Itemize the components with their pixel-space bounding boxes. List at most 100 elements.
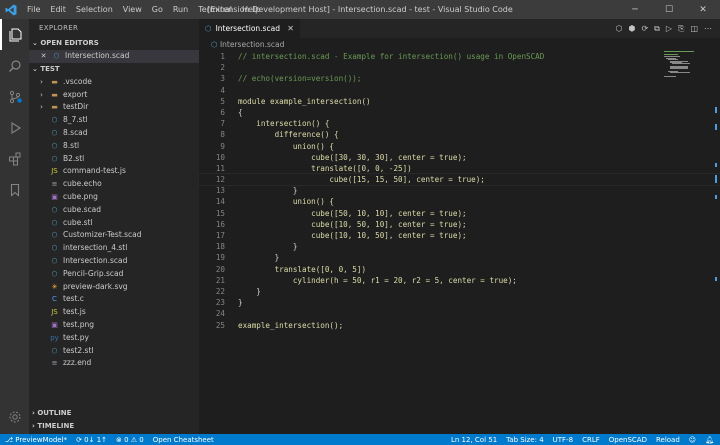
code-line[interactable]: 5 module example_intersection() <box>199 96 720 107</box>
file-item[interactable]: Ctest.c <box>29 293 199 306</box>
code-line[interactable]: 21 cylinder(h = 50, r1 = 20, r2 = 5, cen… <box>199 275 720 286</box>
explorer-icon[interactable] <box>0 19 29 50</box>
code-line[interactable]: 23} <box>199 297 720 308</box>
sync-status[interactable]: ⟳ 0↓ 1↑ <box>76 436 107 444</box>
code-line[interactable]: 8 difference() { <box>199 129 720 140</box>
menu-view[interactable]: View <box>118 5 147 14</box>
reload-button[interactable]: Reload <box>656 436 680 444</box>
outline-header[interactable]: › OUTLINE <box>29 407 199 420</box>
code-line[interactable]: 4 <box>199 85 720 96</box>
file-item[interactable]: ⬡ Intersection.scad <box>29 255 199 268</box>
code-line[interactable]: 20 translate([0, 0, 5]) <box>199 264 720 275</box>
line-number: 8 <box>220 130 225 140</box>
end-of-line[interactable]: CRLF <box>582 436 600 444</box>
code-line[interactable]: 12 cube([15, 15, 50], center = true); <box>198 173 720 187</box>
file-item[interactable]: ⬡ cube.stl <box>29 217 199 230</box>
tab-size[interactable]: Tab Size: 4 <box>506 436 543 444</box>
problems-status[interactable]: ⊗ 0 ⚠ 0 <box>116 436 144 444</box>
folder-item[interactable]: › ▬ export <box>29 89 199 102</box>
code-line[interactable]: 7 intersection() { <box>199 118 720 129</box>
menu-selection[interactable]: Selection <box>71 5 118 14</box>
workspace-header[interactable]: ⌄ TEST <box>29 63 199 76</box>
run-icon[interactable]: ▷ <box>666 24 672 33</box>
branch-status[interactable]: ⎇ PreviewModel* <box>5 436 67 444</box>
preview-icon[interactable]: ⬡ <box>615 24 622 33</box>
folder-item[interactable]: › ▬ testDir <box>29 101 199 114</box>
tab-intersection-scad[interactable]: ⬡ Intersection.scad ✕ <box>199 19 300 38</box>
code-line[interactable]: 22 } <box>199 286 720 297</box>
open-to-side-icon[interactable]: ⧉ <box>654 24 660 34</box>
close-tab-icon[interactable]: ✕ <box>287 24 294 33</box>
extensions-icon[interactable] <box>0 143 29 174</box>
file-item[interactable]: ⬡ intersection_4.stl <box>29 242 199 255</box>
menu-file[interactable]: File <box>22 5 45 14</box>
menu-terminal[interactable]: Terminal <box>193 5 237 14</box>
code-editor[interactable]: 1 // intersection.scad - Example for inte… <box>198 51 720 331</box>
code-line[interactable]: 3 // echo(version=version()); <box>199 73 720 84</box>
settings-gear-icon[interactable] <box>0 401 29 432</box>
menu-run[interactable]: Run <box>168 5 193 14</box>
menu-help[interactable]: Help <box>237 5 265 14</box>
more-actions-icon[interactable]: ⋯ <box>704 24 712 33</box>
maximize-button[interactable]: ☐ <box>652 0 686 19</box>
file-item[interactable]: ⬡ B2.stl <box>29 153 199 166</box>
open-editor-item[interactable]: ✕ ⬡ Intersection.scad <box>29 50 199 63</box>
export-icon[interactable]: ⬢ <box>628 24 635 33</box>
source-control-icon[interactable] <box>0 81 29 112</box>
split-editor-icon[interactable]: ◫ <box>690 24 698 33</box>
close-editor-icon[interactable]: ✕ <box>39 50 48 63</box>
code-line[interactable]: 10 cube([30, 30, 30], center = true); <box>199 152 720 163</box>
open-cheatsheet-button[interactable]: Open Cheatsheet <box>153 436 214 444</box>
file-item[interactable]: ⬡ test2.stl <box>29 345 199 358</box>
code-line[interactable]: 13 } <box>199 185 720 196</box>
menu-edit[interactable]: Edit <box>45 5 71 14</box>
file-item[interactable]: ⬡ Pencil-Grip.scad <box>29 268 199 281</box>
code-line[interactable]: 25 example_intersection(); <box>199 320 720 331</box>
run-debug-icon[interactable] <box>0 112 29 143</box>
file-item[interactable]: ▣ test.png <box>29 319 199 332</box>
cursor-position[interactable]: Ln 12, Col 51 <box>451 436 497 444</box>
file-item[interactable]: JS command-test.js <box>29 165 199 178</box>
vertical-scrollbar[interactable] <box>712 51 720 434</box>
code-line[interactable]: 17 cube([10, 10, 50], center = true); <box>199 230 720 241</box>
open-editors-header[interactable]: ⌄ OPEN EDITORS <box>29 37 199 50</box>
timeline-header[interactable]: › TIMELINE <box>29 420 199 433</box>
minimap[interactable] <box>664 51 712 81</box>
code-line[interactable]: 6{ <box>199 107 720 118</box>
file-item[interactable]: ▣ cube.png <box>29 191 199 204</box>
search-icon[interactable] <box>0 50 29 81</box>
close-window-button[interactable]: ✕ <box>686 0 720 19</box>
file-item[interactable]: ⬡ Customizer-Test.scad <box>29 229 199 242</box>
encoding[interactable]: UTF-8 <box>553 436 573 444</box>
code-line[interactable]: 15 cube([50, 10, 10], center = true); <box>199 208 720 219</box>
file-item[interactable]: ⬡ cube.scad <box>29 204 199 217</box>
file-item[interactable]: ⬡ 8.scad <box>29 127 199 140</box>
refresh-icon[interactable]: ⟳ <box>641 24 648 33</box>
file-item[interactable]: JS test.js <box>29 306 199 319</box>
minimize-button[interactable]: ─ <box>618 0 652 19</box>
folder-item[interactable]: › ▬ .vscode <box>29 76 199 89</box>
code-line[interactable]: 14 union() { <box>199 196 720 207</box>
code-line[interactable]: 1 // intersection.scad - Example for inte… <box>199 51 720 62</box>
feedback-icon[interactable]: ☺ <box>689 436 696 444</box>
code-line[interactable]: 16 cube([10, 50, 10], center = true); <box>199 219 720 230</box>
file-item[interactable]: ≡ cube.echo <box>29 178 199 191</box>
file-item[interactable]: ⬡ 8_7.stl <box>29 114 199 127</box>
file-item[interactable]: ✳ preview-dark.svg <box>29 281 199 294</box>
code-line[interactable]: 24 <box>199 308 720 319</box>
compare-icon[interactable]: ⎘ <box>678 24 684 34</box>
code-line[interactable]: 9 union() { <box>199 141 720 152</box>
notifications-icon[interactable]: 🔔︎ <box>705 436 714 444</box>
code-line[interactable]: 18 } <box>199 241 720 252</box>
code-line[interactable]: 19 } <box>199 252 720 263</box>
code-text: cube([50, 10, 10], center = true); <box>238 208 467 218</box>
breadcrumb[interactable]: ⬡ Intersection.scad <box>199 38 720 51</box>
file-item[interactable]: ⬡ 8.stl <box>29 140 199 153</box>
language-mode[interactable]: OpenSCAD <box>609 436 647 444</box>
file-item[interactable]: ≡ zzz.end <box>29 357 199 370</box>
code-line[interactable]: 11 translate([0, 0, -25]) <box>199 163 720 174</box>
bookmark-icon[interactable] <box>0 174 29 205</box>
file-item[interactable]: py test.py <box>29 332 199 345</box>
menu-go[interactable]: Go <box>147 5 168 14</box>
code-line[interactable]: 2 <box>199 62 720 73</box>
